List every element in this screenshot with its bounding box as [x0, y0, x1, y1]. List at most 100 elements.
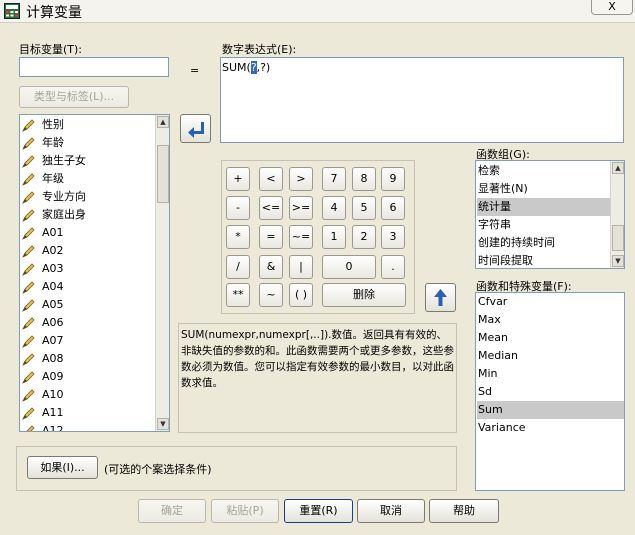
variable-item[interactable]: A02 [22, 242, 64, 260]
title-bar: 计算变量 X [0, 0, 635, 23]
help-button[interactable]: 帮助 [429, 499, 499, 523]
function-group-item[interactable]: 检索 [477, 162, 611, 180]
target-variable-input[interactable] [19, 57, 169, 77]
expression-text-end: ,?) [256, 61, 271, 74]
function-group-item[interactable]: 创建的持续时间 [477, 234, 611, 252]
ok-button[interactable]: 确定 [138, 499, 206, 523]
variable-item[interactable]: 专业方向 [22, 188, 86, 206]
keypad-key[interactable]: ~= [289, 225, 313, 249]
scale-variable-icon [22, 173, 35, 186]
if-button[interactable]: 如果(I)... [27, 456, 98, 479]
move-to-expression-button[interactable] [180, 114, 211, 143]
function-item[interactable]: Max [477, 311, 624, 329]
variable-item[interactable]: 年级 [22, 170, 64, 188]
function-item[interactable]: Variance [477, 419, 624, 437]
keypad-key[interactable]: 0 [322, 255, 376, 279]
variable-name: A06 [42, 316, 64, 329]
functions-list[interactable]: Cfvar Max Mean Median Min Sd Sum Variance [475, 292, 625, 491]
keypad-key[interactable]: 8 [352, 167, 376, 191]
function-item[interactable]: Sum [477, 401, 624, 419]
function-item[interactable]: Sd [477, 383, 624, 401]
keypad-key[interactable]: 7 [322, 167, 346, 191]
variable-item[interactable]: 性别 [22, 116, 64, 134]
function-group-scrollbar[interactable]: ▲ ▼ [610, 161, 624, 268]
scroll-up-icon[interactable]: ▲ [612, 162, 624, 174]
variable-name: 年级 [42, 172, 64, 185]
variable-item[interactable]: A12 [22, 422, 64, 431]
keypad-key[interactable]: ~ [259, 283, 283, 307]
variable-item[interactable]: A01 [22, 224, 64, 242]
variable-item[interactable]: A11 [22, 404, 64, 422]
function-group-item[interactable]: 时间段提取 [477, 252, 611, 268]
keypad-key[interactable]: <= [259, 196, 283, 220]
keypad-key[interactable]: ** [226, 283, 250, 307]
keypad-key[interactable]: >= [289, 196, 313, 220]
if-condition-note: (可选的个案选择条件) [104, 463, 212, 476]
cancel-button[interactable]: 取消 [357, 499, 425, 523]
scale-variable-icon [22, 137, 35, 150]
variable-list-scrollbar[interactable]: ▲ ▼ [155, 115, 169, 431]
variable-list[interactable]: 性别 年龄独生子女年级专业方向 家庭出身 A01 A02 A03 A04 A05 A06 A07 A… [19, 114, 170, 432]
keypad-key[interactable]: . [381, 255, 405, 279]
function-item[interactable]: Cfvar [477, 293, 624, 311]
scroll-up-icon[interactable]: ▲ [157, 116, 169, 128]
variable-item[interactable]: 家庭出身 [22, 206, 86, 224]
function-item[interactable]: Median [477, 347, 624, 365]
scroll-down-icon[interactable]: ▼ [157, 418, 169, 430]
variable-item[interactable]: A03 [22, 260, 64, 278]
variable-name: A04 [42, 280, 64, 293]
scroll-thumb[interactable] [612, 225, 624, 251]
function-description: SUM(numexpr,numexpr[,..]).数值。返回具有有效的、非缺失… [178, 323, 457, 433]
variable-item[interactable]: A06 [22, 314, 64, 332]
function-item[interactable]: Min [477, 365, 624, 383]
function-group-list[interactable]: 检索 显著性(N) 统计量 字符串 创建的持续时间 时间段提取 ▲ ▼ [475, 160, 625, 269]
keypad-key[interactable]: & [259, 255, 283, 279]
scale-variable-icon [22, 407, 35, 420]
window-title: 计算变量 [26, 5, 82, 21]
keypad-key[interactable]: 1 [322, 225, 346, 249]
variable-name: A01 [42, 226, 64, 239]
variable-name: 独生子女 [42, 154, 86, 167]
keypad-key[interactable]: < [259, 167, 283, 191]
keypad-key[interactable]: / [226, 255, 250, 279]
scale-variable-icon [22, 335, 35, 348]
keypad-key[interactable]: ( ) [289, 283, 313, 307]
keypad-key[interactable]: 4 [322, 196, 346, 220]
keypad-key[interactable]: 9 [381, 167, 405, 191]
keypad-key[interactable]: 3 [381, 225, 405, 249]
move-function-up-button[interactable] [425, 283, 456, 312]
close-button[interactable]: X [591, 0, 633, 15]
variable-item[interactable]: A07 [22, 332, 64, 350]
keypad-key[interactable]: 5 [352, 196, 376, 220]
keypad-key[interactable]: 2 [352, 225, 376, 249]
keypad-key[interactable]: > [289, 167, 313, 191]
scroll-thumb[interactable] [157, 145, 169, 203]
keypad-key[interactable]: 删除 [322, 283, 406, 307]
scale-variable-icon [22, 389, 35, 402]
keypad-key[interactable]: | [289, 255, 313, 279]
variable-item[interactable]: A09 [22, 368, 64, 386]
keypad-key[interactable]: = [259, 225, 283, 249]
keypad-key[interactable]: * [226, 225, 250, 249]
variable-name: A07 [42, 334, 64, 347]
scale-variable-icon [22, 317, 35, 330]
function-group-item[interactable]: 显著性(N) [477, 180, 611, 198]
keypad-key[interactable]: - [226, 196, 250, 220]
variable-item[interactable]: A10 [22, 386, 64, 404]
function-group-item[interactable]: 统计量 [477, 198, 611, 216]
keypad-key[interactable]: + [226, 167, 250, 191]
scale-variable-icon [22, 155, 35, 168]
function-item[interactable]: Mean [477, 329, 624, 347]
variable-item[interactable]: 独生子女 [22, 152, 86, 170]
keypad-key[interactable]: 6 [381, 196, 405, 220]
variable-item[interactable]: A04 [22, 278, 64, 296]
paste-button[interactable]: 粘贴(P) [211, 499, 279, 523]
variable-item[interactable]: 年龄 [22, 134, 64, 152]
reset-button[interactable]: 重置(R) [284, 499, 353, 523]
type-and-label-button[interactable]: 类型与标签(L)... [19, 86, 129, 108]
scroll-down-icon[interactable]: ▼ [612, 255, 624, 267]
variable-item[interactable]: A08 [22, 350, 64, 368]
numeric-expression-input[interactable]: SUM(?,?) [220, 57, 624, 143]
variable-item[interactable]: A05 [22, 296, 64, 314]
function-group-item[interactable]: 字符串 [477, 216, 611, 234]
